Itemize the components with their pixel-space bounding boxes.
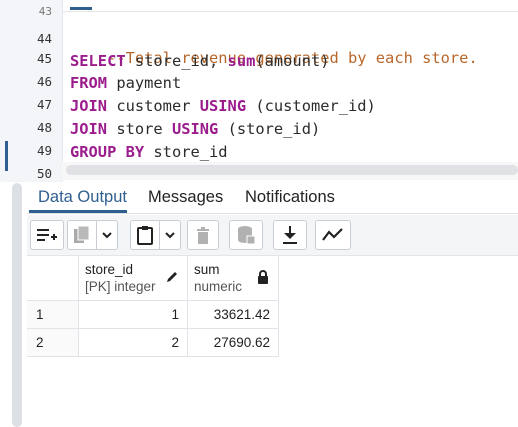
table-cell[interactable]: 33621.42	[188, 301, 279, 329]
sql-text: store_id	[144, 143, 228, 161]
sql-keyword: USING	[199, 97, 247, 115]
column-header-store-id[interactable]: store_id [PK] integer	[79, 256, 188, 301]
tab-data-output[interactable]: Data Output	[38, 188, 127, 207]
data-output-toolbar	[27, 215, 518, 256]
add-row-icon	[37, 229, 57, 241]
results-grid: store_id [PK] integer sum numeric 1 1 33…	[27, 256, 518, 427]
scroll-indicator	[70, 7, 92, 10]
sql-keyword: JOIN	[70, 120, 108, 138]
line-number: 44	[36, 31, 52, 46]
chevron-down-icon	[102, 232, 112, 239]
tab-messages[interactable]: Messages	[148, 188, 223, 207]
code-line-join-customer: JOIN customer USING (customer_id)	[70, 96, 376, 116]
column-header-sum[interactable]: sum numeric	[188, 256, 279, 301]
output-tabs: Data Output Messages Notifications	[27, 183, 518, 213]
sql-keyword: SELECT	[70, 52, 126, 70]
add-row-button[interactable]	[30, 220, 64, 250]
code-line-group-by: GROUP BY store_id	[70, 142, 228, 162]
paste-options-dropdown[interactable]	[159, 220, 181, 250]
row-number-header	[27, 256, 79, 301]
divider	[27, 213, 518, 214]
graph-visualiser-button[interactable]	[315, 220, 351, 250]
line-number: 45	[36, 51, 52, 66]
graph-icon	[322, 228, 343, 241]
divider	[62, 11, 518, 12]
column-type: numeric	[194, 279, 243, 294]
sql-text: customer	[107, 97, 200, 115]
sql-text: (customer_id)	[246, 97, 376, 115]
sql-function: sum	[227, 52, 256, 70]
column-name: store_id	[85, 262, 134, 277]
tab-notifications[interactable]: Notifications	[245, 188, 335, 207]
table-cell[interactable]: 2	[79, 329, 188, 357]
sql-keyword: GROUP BY	[70, 143, 145, 161]
code-line-select: SELECT store_id, sum(amount)	[70, 51, 330, 71]
column-type: [PK] integer	[85, 279, 156, 294]
delete-icon	[197, 227, 209, 244]
vertical-scrollbar[interactable]	[12, 183, 22, 427]
line-number-gutter: 43 44 45 46 47 48 49 50	[0, 0, 63, 182]
sql-keyword: JOIN	[70, 97, 108, 115]
line-number: 47	[36, 97, 52, 112]
download-button[interactable]	[273, 220, 307, 250]
code-line-from: FROM payment	[70, 73, 181, 93]
table-cell[interactable]: 1	[79, 301, 188, 329]
horizontal-scrollbar[interactable]	[66, 165, 518, 175]
sql-text: payment	[107, 74, 182, 92]
sql-text: (amount)	[255, 52, 330, 70]
line-number: 43	[38, 5, 52, 18]
delete-row-button[interactable]	[187, 220, 219, 250]
code-line-join-store: JOIN store USING (store_id)	[70, 119, 320, 139]
sql-text: store_id,	[125, 52, 228, 70]
copy-button[interactable]	[67, 220, 97, 250]
copy-icon	[74, 225, 90, 243]
copy-options-dropdown[interactable]	[96, 220, 118, 250]
lock-icon	[258, 270, 268, 284]
row-number[interactable]: 2	[27, 329, 79, 357]
row-number[interactable]: 1	[27, 301, 79, 329]
sql-text: store	[107, 120, 172, 138]
current-line-marker	[5, 141, 8, 171]
sql-keyword: FROM	[70, 74, 108, 92]
sql-keyword: USING	[171, 120, 219, 138]
save-data-button[interactable]	[229, 220, 263, 250]
paste-button[interactable]	[130, 220, 160, 250]
line-number: 48	[36, 120, 52, 135]
query-editor[interactable]: 43 44 45 46 47 48 49 50 --Total revenue …	[0, 0, 518, 182]
save-data-icon	[238, 226, 256, 245]
paste-icon	[137, 226, 153, 245]
column-name: sum	[194, 262, 220, 277]
download-icon	[283, 226, 297, 244]
sql-text: (store_id)	[218, 120, 321, 138]
pencil-icon	[167, 272, 177, 282]
chevron-down-icon	[165, 232, 175, 239]
line-number: 46	[36, 74, 52, 89]
table-cell[interactable]: 27690.62	[188, 329, 279, 357]
